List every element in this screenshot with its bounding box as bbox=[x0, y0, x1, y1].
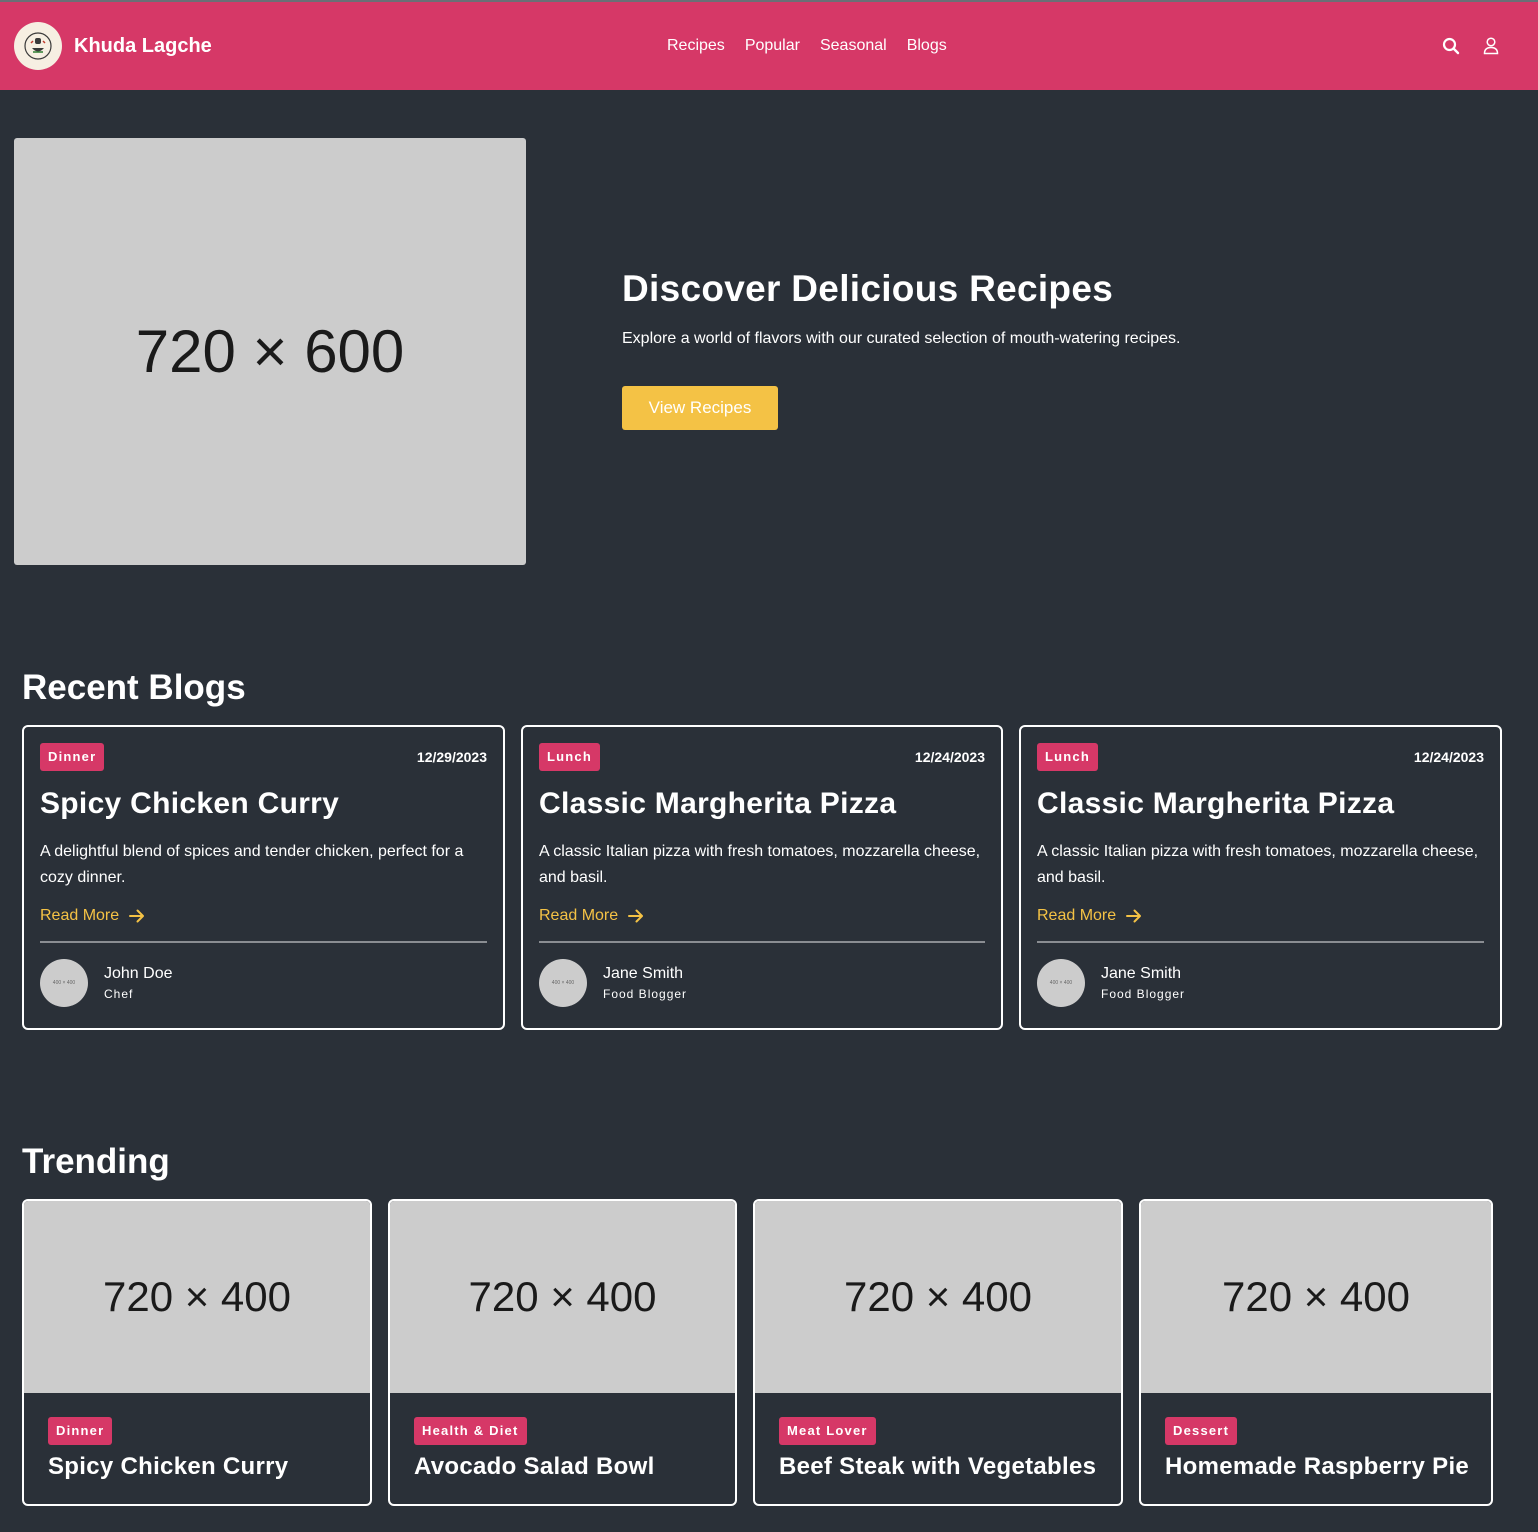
category-tag[interactable]: Dinner bbox=[40, 743, 105, 771]
user-icon[interactable] bbox=[1482, 37, 1500, 55]
arrow-right-icon bbox=[628, 909, 644, 923]
trending-card[interactable]: 720 × 400 Dessert Homemade Raspberry Pie bbox=[1139, 1199, 1493, 1506]
trending-title[interactable]: Homemade Raspberry Pie bbox=[1165, 1453, 1469, 1481]
trending-title[interactable]: Spicy Chicken Curry bbox=[48, 1453, 346, 1481]
read-more-label: Read More bbox=[40, 907, 120, 924]
avatar: 400 × 400 bbox=[539, 959, 587, 1007]
trending-image-placeholder: 720 × 400 bbox=[755, 1201, 1121, 1393]
recent-blogs-heading: Recent Blogs bbox=[22, 668, 246, 707]
card-divider bbox=[40, 941, 487, 943]
blog-description: A classic Italian pizza with fresh tomat… bbox=[539, 843, 981, 886]
view-recipes-button[interactable]: View Recipes bbox=[622, 386, 778, 430]
trending-card[interactable]: 720 × 400 Dinner Spicy Chicken Curry bbox=[22, 1199, 372, 1506]
blog-title[interactable]: Classic Margherita Pizza bbox=[1037, 787, 1484, 821]
blog-date: 12/29/2023 bbox=[416, 749, 487, 765]
trending-title[interactable]: Beef Steak with Vegetables bbox=[779, 1453, 1097, 1481]
author-block: 400 × 400 Jane Smith Food Blogger bbox=[539, 959, 985, 1007]
read-more-label: Read More bbox=[1037, 907, 1117, 924]
arrow-right-icon bbox=[129, 909, 145, 923]
category-tag[interactable]: Health & Diet bbox=[414, 1417, 527, 1445]
trending-heading: Trending bbox=[22, 1142, 170, 1181]
avatar: 400 × 400 bbox=[1037, 959, 1085, 1007]
main-nav: Recipes Popular Seasonal Blogs bbox=[667, 2, 947, 90]
read-more-link[interactable]: Read More bbox=[40, 907, 487, 925]
avatar-placeholder-text: 400 × 400 bbox=[1049, 980, 1073, 986]
trending-card[interactable]: 720 × 400 Health & Diet Avocado Salad Bo… bbox=[388, 1199, 737, 1506]
navbar: Khuda Lagche Recipes Popular Seasonal Bl… bbox=[0, 2, 1538, 90]
nav-recipes[interactable]: Recipes bbox=[667, 37, 725, 55]
blog-title[interactable]: Classic Margherita Pizza bbox=[539, 787, 985, 821]
author-name: John Doe bbox=[104, 965, 173, 982]
trending-image-placeholder: 720 × 400 bbox=[1141, 1201, 1491, 1393]
blog-title[interactable]: Spicy Chicken Curry bbox=[40, 787, 487, 821]
category-tag[interactable]: Lunch bbox=[539, 743, 600, 771]
brand-name: Khuda Lagche bbox=[74, 34, 212, 57]
trending-image-placeholder: 720 × 400 bbox=[390, 1201, 735, 1393]
blog-card[interactable]: Lunch 12/24/2023 Classic Margherita Pizz… bbox=[521, 725, 1003, 1030]
blog-card[interactable]: Lunch 12/24/2023 Classic Margherita Pizz… bbox=[1019, 725, 1502, 1030]
category-tag[interactable]: Lunch bbox=[1037, 743, 1098, 771]
author-name: Jane Smith bbox=[1101, 965, 1182, 982]
category-tag[interactable]: Meat Lover bbox=[779, 1417, 876, 1445]
logo-icon bbox=[14, 22, 62, 70]
nav-blogs[interactable]: Blogs bbox=[907, 37, 947, 55]
nav-icons bbox=[1442, 2, 1500, 90]
read-more-link[interactable]: Read More bbox=[1037, 907, 1484, 925]
brand[interactable]: Khuda Lagche bbox=[14, 22, 212, 70]
blog-description: A classic Italian pizza with fresh tomat… bbox=[1037, 843, 1479, 886]
blog-card[interactable]: Dinner 12/29/2023 Spicy Chicken Curry A … bbox=[22, 725, 505, 1030]
author-role: Food Blogger bbox=[603, 987, 688, 1001]
read-more-label: Read More bbox=[539, 907, 619, 924]
trending-card[interactable]: 720 × 400 Meat Lover Beef Steak with Veg… bbox=[753, 1199, 1123, 1506]
hero-subtitle: Explore a world of flavors with our cura… bbox=[622, 330, 1181, 347]
author-block: 400 × 400 John Doe Chef bbox=[40, 959, 487, 1007]
author-role: Food Blogger bbox=[1101, 987, 1186, 1001]
avatar: 400 × 400 bbox=[40, 959, 88, 1007]
trending-title[interactable]: Avocado Salad Bowl bbox=[414, 1453, 711, 1481]
avatar-placeholder-text: 400 × 400 bbox=[551, 980, 575, 986]
avatar-placeholder-text: 400 × 400 bbox=[52, 980, 76, 986]
blog-card-header: Lunch 12/24/2023 bbox=[539, 743, 985, 771]
author-role: Chef bbox=[104, 987, 134, 1001]
blog-card-header: Dinner 12/29/2023 bbox=[40, 743, 487, 771]
blog-card-header: Lunch 12/24/2023 bbox=[1037, 743, 1484, 771]
search-icon[interactable] bbox=[1442, 37, 1460, 55]
nav-seasonal[interactable]: Seasonal bbox=[820, 37, 887, 55]
hero-text: Discover Delicious Recipes Explore a wor… bbox=[622, 268, 1502, 348]
nav-popular[interactable]: Popular bbox=[745, 37, 800, 55]
blog-date: 12/24/2023 bbox=[1413, 749, 1484, 765]
author-name: Jane Smith bbox=[603, 965, 684, 982]
trending-image-placeholder: 720 × 400 bbox=[24, 1201, 370, 1393]
hero-title: Discover Delicious Recipes bbox=[622, 268, 1114, 309]
read-more-link[interactable]: Read More bbox=[539, 907, 985, 925]
category-tag[interactable]: Dinner bbox=[48, 1417, 113, 1445]
author-block: 400 × 400 Jane Smith Food Blogger bbox=[1037, 959, 1484, 1007]
blog-description: A delightful blend of spices and tender … bbox=[40, 843, 464, 886]
card-divider bbox=[1037, 941, 1484, 943]
category-tag[interactable]: Dessert bbox=[1165, 1417, 1238, 1445]
blog-date: 12/24/2023 bbox=[914, 749, 985, 765]
hero-image-placeholder: 720 × 600 bbox=[14, 138, 526, 565]
arrow-right-icon bbox=[1126, 909, 1142, 923]
card-divider bbox=[539, 941, 985, 943]
